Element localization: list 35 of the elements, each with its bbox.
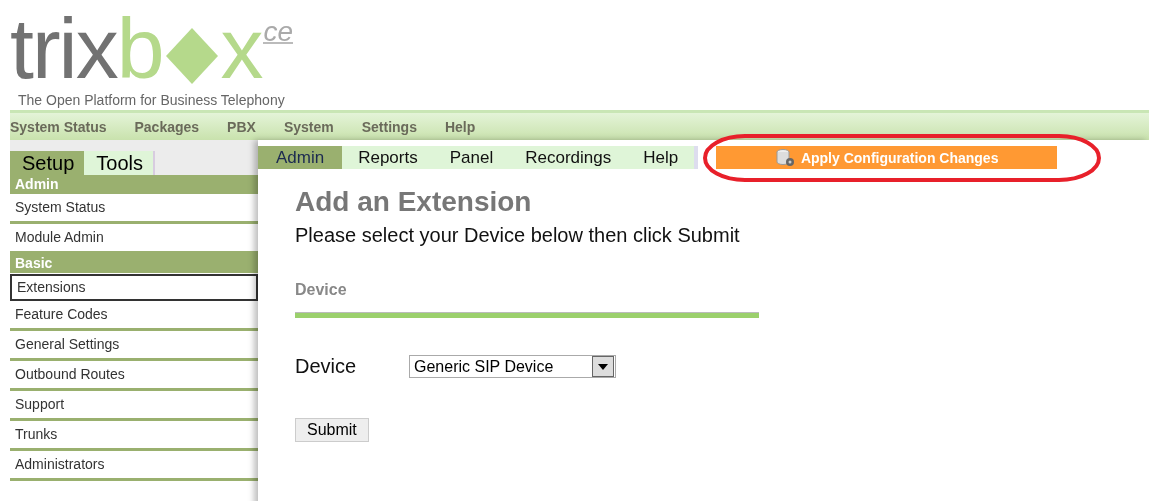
instructions-text: Please select your Device below then click Submit [295, 224, 741, 247]
logo-tagline: The Open Platform for Business Telephony [18, 92, 286, 108]
sidebar-item[interactable]: Feature Codes [10, 301, 258, 331]
nav-link[interactable]: System [283, 118, 334, 135]
sidebar-item[interactable]: Trunks [10, 421, 258, 451]
device-dropdown[interactable]: Generic SIP Device [409, 355, 616, 378]
logo-edition: ce [263, 22, 294, 44]
dropdown-arrow-icon [598, 363, 608, 370]
sidebar-tab[interactable]: Setup [10, 151, 85, 175]
sub-tab[interactable]: Help [627, 146, 695, 169]
sidebar-item[interactable]: Extensions [10, 274, 258, 301]
sidebar-section-header: Basic [10, 254, 258, 273]
nav-link[interactable]: Packages [134, 118, 200, 135]
sub-tab[interactable]: Admin [258, 146, 343, 169]
nav-link[interactable]: System Status [10, 118, 107, 135]
logo-text: x [220, 10, 264, 86]
nav-link[interactable]: PBX [227, 118, 256, 135]
submit-button[interactable]: Submit [295, 418, 369, 442]
sidebar-item[interactable]: System Status [10, 194, 258, 224]
nav-link[interactable]: Settings [361, 118, 417, 135]
database-gear-icon [774, 148, 795, 167]
sub-tab[interactable]: Reports [342, 146, 434, 169]
sidebar-section-header: Admin [10, 175, 258, 194]
field-label: Device [295, 355, 358, 378]
sidebar-item[interactable]: Administrators [10, 451, 258, 481]
sidebar-item[interactable]: Outbound Routes [10, 361, 258, 391]
section-heading: Device [295, 281, 348, 299]
sub-tab[interactable]: Recordings [509, 146, 628, 169]
sub-tab[interactable]: Panel [433, 146, 510, 169]
sidebar-item[interactable]: Support [10, 391, 258, 421]
sidebar-item[interactable]: General Settings [10, 331, 258, 361]
logo-text: trix [10, 10, 117, 86]
nav-link[interactable]: Help [444, 118, 476, 135]
sidebar-tab[interactable]: Tools [84, 151, 153, 175]
page-title: Add an Extension [295, 185, 533, 219]
